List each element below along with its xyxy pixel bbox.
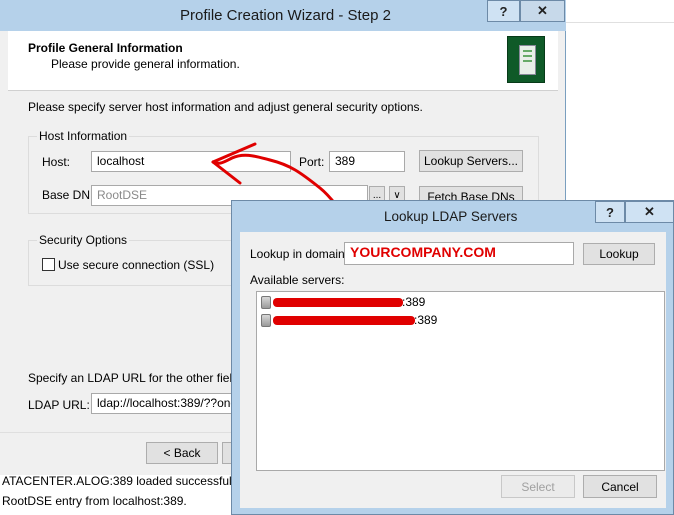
dialog-content: Lookup in domain: YOURCOMPANY.COM Lookup… bbox=[240, 232, 666, 508]
security-group-label: Security Options bbox=[37, 233, 130, 247]
ldap-url-label: LDAP URL: bbox=[28, 398, 90, 412]
base-dn-label: Base DN: bbox=[42, 188, 94, 202]
log-output: ATACENTER.ALOG:389 loaded successfully. … bbox=[0, 470, 243, 515]
wizard-titlebar[interactable]: Profile Creation Wizard - Step 2 ? ✕ bbox=[0, 0, 566, 31]
wizard-header: Profile General Information Please provi… bbox=[8, 31, 558, 91]
cancel-button[interactable]: Cancel bbox=[583, 475, 657, 498]
server-list-item[interactable]: :389 bbox=[261, 313, 461, 329]
server-port: :389 bbox=[414, 313, 438, 327]
help-button[interactable]: ? bbox=[487, 0, 520, 22]
port-input[interactable]: 389 bbox=[329, 151, 405, 172]
lookup-servers-button[interactable]: Lookup Servers... bbox=[419, 150, 523, 172]
redaction-mark bbox=[273, 298, 403, 307]
dialog-close-button[interactable]: ✕ bbox=[625, 201, 674, 223]
server-icon bbox=[261, 296, 271, 309]
lookup-ldap-dialog: Lookup LDAP Servers ? ✕ Lookup in domain… bbox=[231, 200, 674, 515]
lookup-button[interactable]: Lookup bbox=[583, 243, 655, 265]
ssl-checkbox[interactable] bbox=[42, 258, 55, 271]
background-divider bbox=[566, 22, 674, 23]
ssl-label: Use secure connection (SSL) bbox=[58, 258, 215, 272]
close-button[interactable]: ✕ bbox=[520, 0, 565, 22]
host-input[interactable]: localhost bbox=[91, 151, 291, 172]
wizard-title: Profile Creation Wizard - Step 2 bbox=[180, 7, 391, 24]
redaction-mark bbox=[273, 316, 415, 325]
servers-listbox[interactable]: :389 :389 bbox=[256, 291, 665, 471]
domain-input[interactable]: YOURCOMPANY.COM bbox=[344, 242, 574, 265]
header-subtitle: Please provide general information. bbox=[51, 57, 240, 71]
select-button[interactable]: Select bbox=[501, 475, 575, 498]
dialog-title: Lookup LDAP Servers bbox=[384, 209, 518, 224]
dialog-help-button[interactable]: ? bbox=[595, 201, 625, 223]
server-list-item[interactable]: :389 bbox=[261, 295, 461, 311]
port-label: Port: bbox=[299, 155, 325, 169]
server-logo-icon bbox=[507, 36, 545, 83]
instructions-text: Please specify server host information a… bbox=[28, 100, 423, 114]
log-line: RootDSE entry from localhost:389. bbox=[2, 494, 187, 508]
header-title: Profile General Information bbox=[28, 41, 183, 55]
host-label: Host: bbox=[42, 155, 71, 169]
ldap-url-input[interactable]: ldap://localhost:389/??one? bbox=[91, 393, 251, 414]
host-group-label: Host Information bbox=[37, 129, 130, 143]
back-button[interactable]: < Back bbox=[146, 442, 218, 464]
url-instruction-text: Specify an LDAP URL for the other fields… bbox=[28, 371, 259, 385]
available-servers-label: Available servers: bbox=[250, 273, 345, 287]
server-port: :389 bbox=[402, 295, 426, 309]
server-icon bbox=[261, 314, 271, 327]
domain-label: Lookup in domain: bbox=[250, 247, 349, 261]
log-line: ATACENTER.ALOG:389 loaded successfully. bbox=[2, 474, 243, 488]
